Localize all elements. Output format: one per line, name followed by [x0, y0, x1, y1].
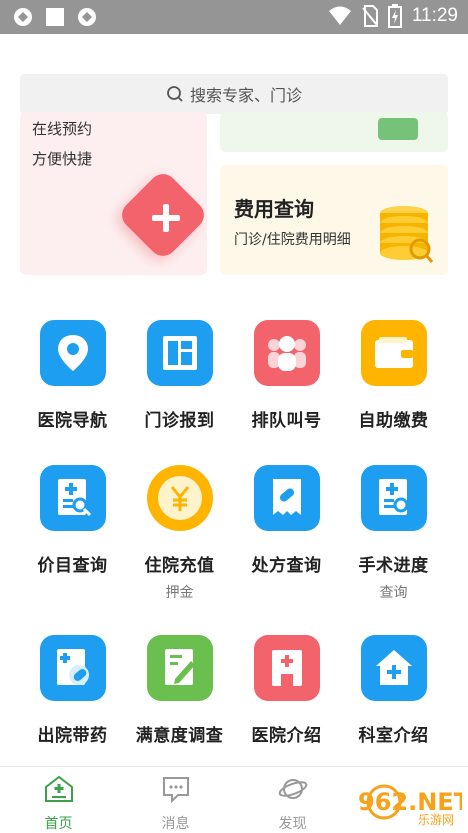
grid-item-discharge-medicine[interactable]: 出院带药	[14, 635, 131, 746]
tab-label: 首页	[44, 816, 73, 832]
wifi-icon	[328, 6, 351, 25]
grid-label: 住院充值	[144, 556, 215, 576]
grid-item-hospital-navigation[interactable]: 医院导航	[14, 320, 131, 431]
grid-item-price-query[interactable]: 价目查询	[14, 465, 131, 576]
queue-people-icon	[253, 320, 320, 386]
grid-label: 门诊报到	[144, 411, 215, 431]
grid-label: 处方查询	[251, 556, 322, 576]
ticket-icon	[378, 118, 418, 140]
grid-item-prescription-query[interactable]: 处方查询	[228, 465, 345, 576]
watermark-subtext: 乐游网	[418, 813, 454, 826]
grid-item-surgery-progress[interactable]: 手术进度 查询	[335, 465, 452, 602]
search-icon	[167, 86, 183, 102]
grid-item-hospital-intro[interactable]: 医院介绍	[228, 635, 345, 746]
grid-label: 自助缴费	[358, 411, 429, 431]
yen-coin-icon	[146, 465, 213, 531]
grid-label: 医院导航	[37, 411, 108, 431]
grid-item-outpatient-checkin[interactable]: 门诊报到	[121, 320, 238, 431]
top-right-card[interactable]	[220, 112, 448, 152]
wallet-icon	[360, 320, 427, 386]
message-icon	[162, 777, 189, 804]
home-plus-icon	[44, 775, 73, 802]
fee-query-subtitle: 门诊/住院费用明细	[234, 232, 351, 248]
coin-stack-icon	[380, 206, 434, 263]
tab-home[interactable]: 首页	[0, 775, 117, 833]
tab-messages[interactable]: 消息	[117, 775, 234, 833]
appointment-card-line1: 在线预约	[32, 120, 93, 138]
grid-item-satisfaction-survey[interactable]: 满意度调查	[121, 635, 238, 746]
price-search-icon	[39, 465, 106, 531]
sync-icon	[14, 8, 32, 26]
watermark-text: 962.NET	[358, 788, 462, 816]
fee-query-card[interactable]: 费用查询 门诊/住院费用明细	[220, 165, 448, 275]
grid-item-queue-number[interactable]: 排队叫号	[228, 320, 345, 431]
grid-label: 手术进度	[358, 556, 429, 576]
tab-label: 消息	[161, 816, 190, 832]
grid-sublabel: 押金	[165, 585, 194, 601]
status-bar: 11:29	[0, 0, 468, 34]
square-app-icon	[46, 8, 64, 26]
department-house-icon	[360, 635, 427, 701]
search-placeholder: 搜索专家、门诊	[189, 86, 302, 105]
grid-item-self-payment[interactable]: 自助缴费	[335, 320, 452, 431]
surgery-doc-icon	[360, 465, 427, 531]
search-header: 搜索专家、门诊	[0, 34, 468, 124]
sync-icon	[78, 8, 96, 26]
layout-board-icon	[146, 320, 213, 386]
discharge-medicine-icon	[39, 635, 106, 701]
map-pin-icon	[39, 320, 106, 386]
grid-item-department-intro[interactable]: 科室介绍	[335, 635, 452, 746]
grid-label: 价目查询	[37, 556, 108, 576]
appointment-card-line2: 方便快捷	[32, 150, 93, 168]
battery-charging-icon	[387, 4, 402, 28]
grid-label: 科室介绍	[358, 726, 429, 746]
grid-item-inpatient-recharge[interactable]: 住院充值 押金	[121, 465, 238, 602]
survey-pen-icon	[146, 635, 213, 701]
planet-icon	[278, 779, 307, 799]
watermark-logo: 962.NET 乐游网	[358, 784, 462, 826]
grid-label: 医院介绍	[251, 726, 322, 746]
no-sim-icon	[362, 5, 378, 27]
grid-label: 排队叫号	[251, 411, 322, 431]
appointment-card[interactable]: 在线预约 方便快捷	[20, 112, 207, 275]
grid-sublabel: 查询	[379, 585, 408, 601]
grid-label: 满意度调查	[135, 726, 224, 746]
plus-icon	[152, 204, 180, 232]
prescription-icon	[253, 465, 320, 531]
grid-label: 出院带药	[37, 726, 108, 746]
hospital-icon	[253, 635, 320, 701]
search-bar[interactable]: 搜索专家、门诊	[20, 74, 448, 114]
clock: 11:29	[411, 5, 458, 26]
fee-query-title: 费用查询	[234, 197, 314, 221]
